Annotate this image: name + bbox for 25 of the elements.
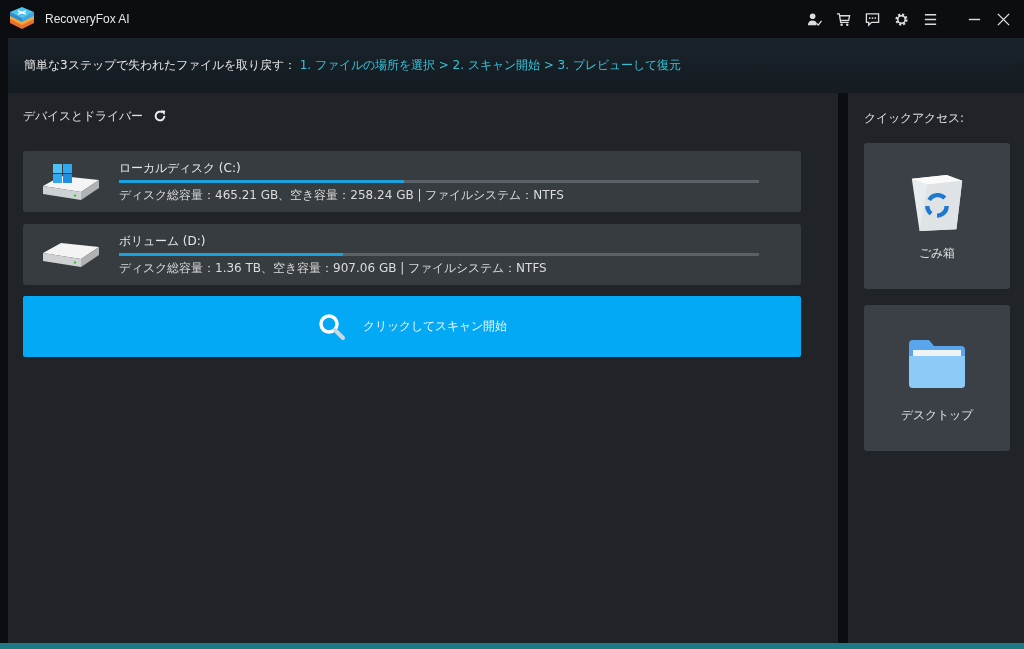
window-title: RecoveryFox AI: [45, 12, 130, 26]
quick-access-tile[interactable]: ごみ箱: [864, 143, 1010, 289]
drive-details: ディスク総容量：1.36 TB、空き容量：907.06 GB | ファイルシステム：NTFS: [119, 259, 548, 277]
settings-icon[interactable]: [894, 11, 909, 27]
steps-text: 1. ファイルの場所を選択 > 2. スキャン開始 > 3. プレビューして復元: [299, 57, 681, 74]
user-check-icon[interactable]: [807, 11, 822, 27]
quick-access-label: デスクトップ: [901, 406, 973, 424]
refresh-icon[interactable]: [153, 109, 167, 123]
chat-icon[interactable]: [865, 11, 880, 27]
drive-name: ボリューム (D:): [119, 232, 207, 250]
quick-access-label: ごみ箱: [919, 244, 955, 262]
drive-details: ディスク総容量：465.21 GB、空き容量：258.24 GB | ファイルシステム：NTFS: [119, 186, 565, 204]
search-icon: [317, 311, 347, 342]
drive-card[interactable]: ボリューム (D:) ディスク総容量：1.36 TB、空き容量：907.06 GB | ファイルシステム：NTFS: [23, 224, 801, 285]
close-icon[interactable]: [996, 11, 1011, 27]
quick-access-tile[interactable]: デスクトップ: [864, 305, 1010, 451]
drive-name: ローカルディスク (C:): [119, 159, 242, 177]
drive-card[interactable]: ローカルディスク (C:) ディスク総容量：465.21 GB、空き容量：258.24 GB | ファイルシステム：NTFS: [23, 151, 801, 212]
menu-icon[interactable]: [923, 11, 938, 27]
system-drive-icon: [41, 161, 101, 202]
quick-access-title: クイックアクセス:: [864, 109, 966, 127]
cart-icon[interactable]: [836, 11, 851, 27]
drive-icon: [41, 241, 101, 268]
steps-intro: 簡単な3ステップで失われたファイルを取り戻す：: [24, 57, 296, 74]
devices-title: デバイスとドライバー: [23, 107, 143, 125]
